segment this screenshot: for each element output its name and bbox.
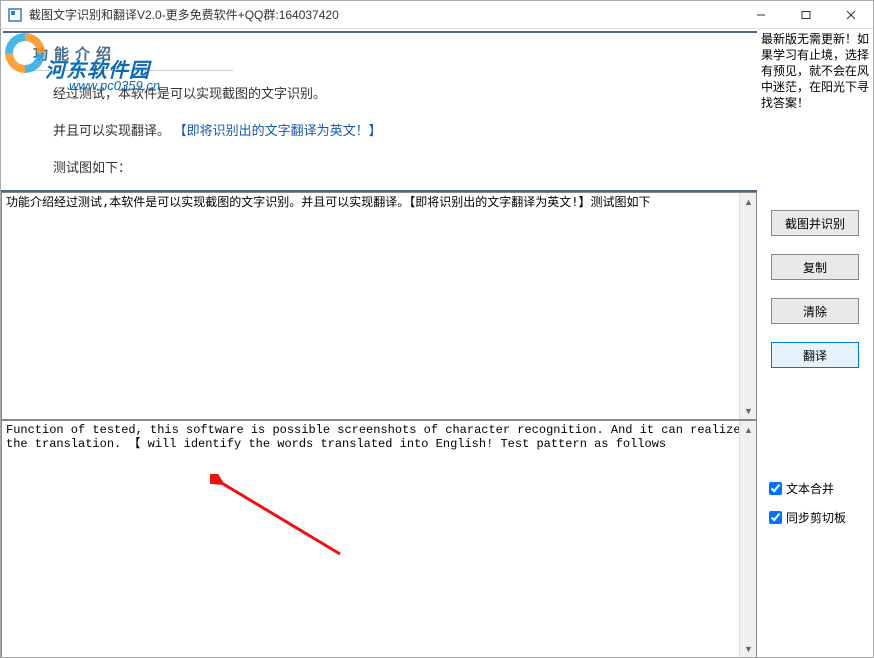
screenshot-preview: 功能介绍 经过测试，本软件是可以实现截图的文字识别。 并且可以实现翻译。 【即将… [1, 29, 757, 192]
capture-recognize-button[interactable]: 截图并识别 [771, 210, 859, 236]
merge-text-label: 文本合并 [786, 480, 834, 497]
scroll-up-icon[interactable]: ▲ [740, 193, 757, 210]
copy-button[interactable]: 复制 [771, 254, 859, 280]
intro-line-2a: 并且可以实现翻译。 [53, 123, 174, 138]
checkbox-panel: 文本合并 同步剪切板 [757, 420, 873, 657]
sync-clipboard-input[interactable] [769, 511, 782, 524]
scrollbar-recognized[interactable]: ▲ ▼ [739, 193, 756, 419]
scroll-down-icon[interactable]: ▼ [740, 402, 757, 419]
translated-row: Function of tested, this software is pos… [1, 420, 873, 657]
title-underline [33, 70, 233, 71]
button-panel: 截图并识别 复制 清除 翻译 [757, 192, 873, 420]
top-section: 功能介绍 经过测试，本软件是可以实现截图的文字识别。 并且可以实现翻译。 【即将… [1, 29, 873, 192]
content-area: 河东软件园 www.pc0359.cn 功能介绍 经过测试，本软件是可以实现截图… [1, 29, 873, 657]
sync-clipboard-label: 同步剪切板 [786, 509, 846, 526]
app-window: 截图文字识别和翻译V2.0-更多免费软件+QQ群:164037420 河东软件园… [0, 0, 874, 658]
translated-text: Function of tested, this software is pos… [2, 421, 756, 453]
scroll-up-icon[interactable]: ▲ [740, 421, 757, 438]
promo-text: 最新版无需更新！如果学习有止境，选择有预见，就不会在风中迷茫，在阳光下寻找答案！ [757, 29, 873, 192]
intro-line-3: 测试图如下： [53, 157, 727, 176]
scroll-down-icon[interactable]: ▼ [740, 640, 757, 657]
intro-line-1: 经过测试，本软件是可以实现截图的文字识别。 [53, 83, 727, 102]
maximize-button[interactable] [783, 1, 828, 29]
merge-text-input[interactable] [769, 482, 782, 495]
merge-text-checkbox[interactable]: 文本合并 [769, 480, 861, 497]
intro-line-2-note: 【即将识别出的文字翻译为英文！】 [174, 123, 382, 138]
clear-button[interactable]: 清除 [771, 298, 859, 324]
scrollbar-translated[interactable]: ▲ ▼ [739, 421, 756, 657]
window-controls [738, 1, 873, 29]
recognized-text-box[interactable]: 功能介绍经过测试,本软件是可以实现截图的文字识别。并且可以实现翻译。【即将识别出… [1, 192, 757, 420]
app-icon [7, 7, 23, 23]
translate-button[interactable]: 翻译 [771, 342, 859, 368]
minimize-button[interactable] [738, 1, 783, 29]
sync-clipboard-checkbox[interactable]: 同步剪切板 [769, 509, 861, 526]
titlebar[interactable]: 截图文字识别和翻译V2.0-更多免费软件+QQ群:164037420 [1, 1, 873, 29]
intro-line-2: 并且可以实现翻译。 【即将识别出的文字翻译为英文！】 [53, 120, 727, 139]
translated-text-box[interactable]: Function of tested, this software is pos… [1, 420, 757, 657]
intro-title: 功能介绍 [33, 43, 727, 64]
window-title: 截图文字识别和翻译V2.0-更多免费软件+QQ群:164037420 [29, 6, 738, 23]
recognized-row: 功能介绍经过测试,本软件是可以实现截图的文字识别。并且可以实现翻译。【即将识别出… [1, 192, 873, 420]
recognized-text: 功能介绍经过测试,本软件是可以实现截图的文字识别。并且可以实现翻译。【即将识别出… [2, 193, 756, 212]
close-button[interactable] [828, 1, 873, 29]
